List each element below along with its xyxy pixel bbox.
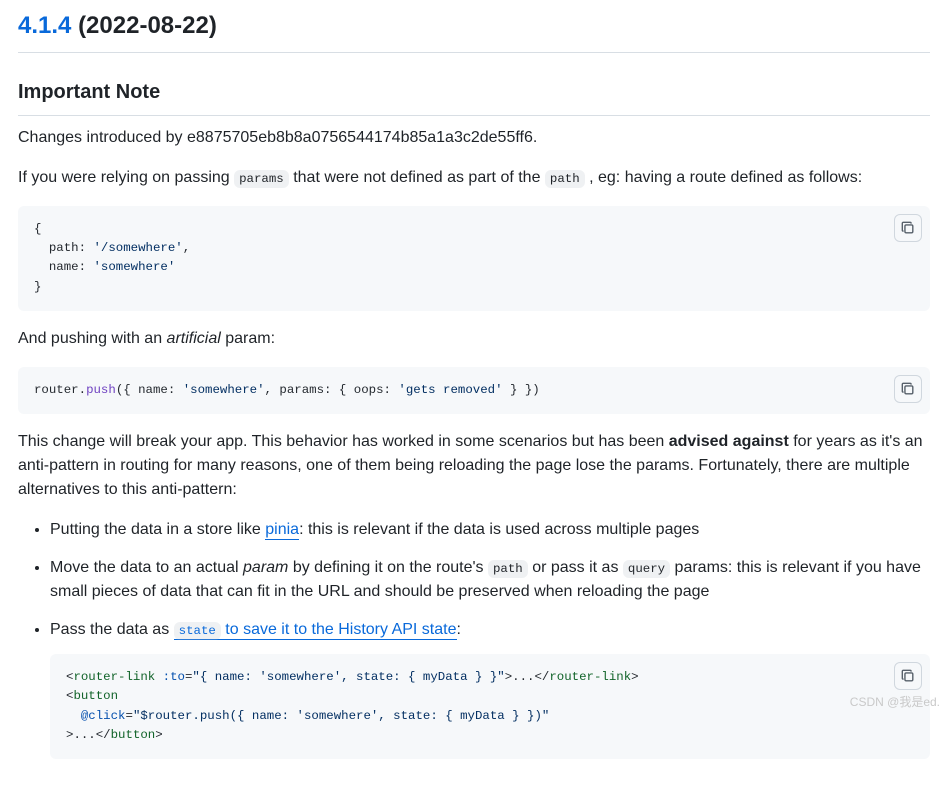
code-block-router-link: <router-link :to="{ name: 'somewhere', s… bbox=[50, 654, 930, 759]
copy-button[interactable] bbox=[894, 375, 922, 403]
version-link[interactable]: 4.1.4 bbox=[18, 12, 71, 39]
changelog-page: 4.1.4 (2022-08-22) Important Note Change… bbox=[0, 0, 948, 795]
pushing-paragraph: And pushing with an artificial param: bbox=[18, 327, 930, 351]
version-date: (2022-08-22) bbox=[78, 12, 217, 39]
inline-code-params: params bbox=[234, 170, 289, 188]
copy-button[interactable] bbox=[894, 662, 922, 690]
relying-paragraph: If you were relying on passing params th… bbox=[18, 166, 930, 190]
inline-code-path: path bbox=[488, 560, 528, 578]
inline-code-path: path bbox=[545, 170, 585, 188]
pinia-link[interactable]: pinia bbox=[265, 521, 299, 540]
list-item: Putting the data in a store like pinia: … bbox=[50, 518, 930, 542]
copy-icon bbox=[901, 669, 915, 683]
version-heading: 4.1.4 (2022-08-22) bbox=[18, 8, 930, 53]
advised-against-strong: advised against bbox=[669, 433, 789, 450]
code-block-router-push: router.push({ name: 'somewhere', params:… bbox=[18, 367, 930, 414]
state-link[interactable]: state to save it to the History API stat… bbox=[174, 621, 457, 640]
section-heading: Important Note bbox=[18, 77, 930, 116]
list-item: Pass the data as state to save it to the… bbox=[50, 618, 930, 759]
copy-icon bbox=[901, 221, 915, 235]
break-paragraph: This change will break your app. This be… bbox=[18, 430, 930, 502]
artificial-em: artificial bbox=[167, 330, 221, 347]
copy-icon bbox=[901, 382, 915, 396]
list-item: Move the data to an actual param by defi… bbox=[50, 556, 930, 604]
intro-paragraph: Changes introduced by e8875705eb8b8a0756… bbox=[18, 126, 930, 150]
inline-code-state: state bbox=[174, 622, 221, 640]
code-block-route-def: { path: '/somewhere', name: 'somewhere' … bbox=[18, 206, 930, 311]
copy-button[interactable] bbox=[894, 214, 922, 242]
inline-code-query: query bbox=[623, 560, 670, 578]
alternatives-list: Putting the data in a store like pinia: … bbox=[18, 518, 930, 759]
